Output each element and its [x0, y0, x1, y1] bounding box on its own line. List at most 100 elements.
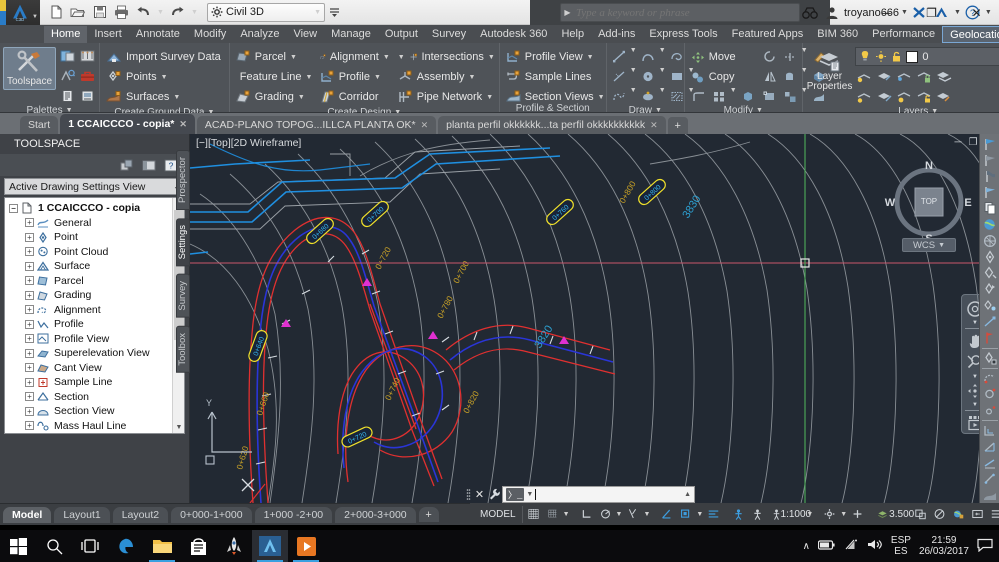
- document-tab-close-icon-3[interactable]: ✕: [650, 120, 658, 131]
- tree-expander-profile-view-icon[interactable]: +: [25, 334, 34, 344]
- ribbon-tab-add-ins[interactable]: Add-ins: [591, 26, 642, 43]
- qat-undo-button[interactable]: [133, 2, 154, 23]
- line-grade-icon[interactable]: [981, 472, 999, 487]
- hardware-acceleration-icon[interactable]: [931, 505, 948, 523]
- layer-properties-button[interactable]: Layer Properties: [806, 47, 854, 95]
- document-tab-1-ccaiccco[interactable]: 1 CCAICCCO - copia* ✕: [60, 114, 195, 134]
- tree-item-mass-haul-line[interactable]: + Mass Haul Line: [5, 419, 184, 434]
- wcs-caret-icon[interactable]: ▼: [938, 242, 945, 249]
- point-move-icon[interactable]: [981, 282, 999, 297]
- fillet-icon[interactable]: [690, 87, 708, 105]
- search-input[interactable]: [574, 6, 799, 19]
- tree-scroll-down-icon[interactable]: ▼: [173, 421, 184, 433]
- customization-plus-icon[interactable]: [849, 505, 866, 523]
- ribbon-tab-insert[interactable]: Insert: [87, 26, 129, 43]
- point-small-icon[interactable]: [981, 403, 999, 418]
- current-layer-selector[interactable]: 0 ▼: [855, 47, 999, 66]
- point-group-icon[interactable]: [981, 298, 999, 313]
- pipe-network-caret-icon[interactable]: ▼: [486, 94, 493, 101]
- tree-item-point-cloud[interactable]: + Point Cloud: [5, 245, 184, 260]
- language-indicator[interactable]: ESP ES: [891, 535, 911, 557]
- line-draw-icon[interactable]: [981, 314, 999, 329]
- trim-icon[interactable]: [781, 47, 799, 65]
- document-tab-close-icon-2[interactable]: ✕: [421, 120, 429, 131]
- tree-item-profile[interactable]: + Profile: [5, 317, 184, 332]
- intersections-button[interactable]: ▼ Intersections ▼: [395, 47, 500, 67]
- arc-icon[interactable]: [639, 47, 657, 65]
- feature-line-button[interactable]: Feature Line ▼: [233, 67, 317, 87]
- panel-icon[interactable]: [141, 157, 157, 173]
- search-button[interactable]: [36, 530, 72, 562]
- grading-caret-icon[interactable]: ▼: [298, 94, 305, 101]
- command-line-options-icon[interactable]: [487, 488, 502, 501]
- command-input[interactable]: 〉_ ▼ ▲: [502, 486, 695, 503]
- circle-caret-icon[interactable]: ▼: [659, 67, 666, 85]
- tree-expander-parcel-icon[interactable]: +: [25, 276, 34, 286]
- object-snap-icon[interactable]: [658, 505, 675, 523]
- document-tab-acad-plano[interactable]: ACAD-PLANO TOPOG...ILLCA PLANTA OK* ✕: [196, 116, 437, 134]
- ellipse-icon[interactable]: [639, 87, 657, 105]
- properties-icon[interactable]: [58, 87, 76, 105]
- command-line-grip[interactable]: [465, 486, 472, 503]
- profile-red-icon[interactable]: [981, 330, 999, 345]
- rotate-icon[interactable]: [761, 47, 779, 65]
- line-caret-icon[interactable]: ▼: [630, 47, 637, 65]
- layer-lock-icon[interactable]: [915, 68, 933, 86]
- layer-off-icon[interactable]: [855, 68, 873, 86]
- toolspace-tab-prospector[interactable]: Prospector: [176, 150, 190, 210]
- qat-open-button[interactable]: [67, 2, 88, 23]
- section-views-caret-icon[interactable]: ▼: [598, 94, 605, 101]
- ribbon-tab-manage[interactable]: Manage: [324, 26, 378, 43]
- workspace-selector[interactable]: Civil 3D ▼: [207, 2, 325, 22]
- pipe-network-button[interactable]: Pipe Network ▼: [395, 87, 500, 107]
- tree-expander-general-icon[interactable]: +: [25, 218, 34, 228]
- layer-color-swatch[interactable]: [906, 50, 919, 63]
- tree-item-surface[interactable]: + Surface: [5, 259, 184, 274]
- search-bar[interactable]: ▶: [560, 3, 800, 22]
- edge-button[interactable]: [108, 530, 144, 562]
- point-star-icon[interactable]: [981, 351, 999, 366]
- globe-grid-icon[interactable]: [981, 233, 999, 248]
- qat-new-button[interactable]: [45, 2, 66, 23]
- logo-caret-icon[interactable]: ▼: [32, 14, 38, 20]
- qat-overflow-button[interactable]: [326, 2, 342, 23]
- layer-isolate-icon[interactable]: [875, 68, 893, 86]
- layer-thaw-icon[interactable]: [895, 88, 913, 106]
- lineweight-value[interactable]: 3.500: [889, 505, 914, 523]
- autocad-logo[interactable]: C3D ▼: [0, 0, 40, 25]
- spline-caret-icon[interactable]: ▼: [630, 87, 637, 105]
- flag-gray-icon[interactable]: [981, 152, 999, 167]
- snap-mode-caret-icon[interactable]: ▼: [563, 511, 570, 518]
- offset-icon[interactable]: [981, 423, 999, 438]
- toolspace-settings-tree[interactable]: − 1 CCAICCCO - copia + General + Point +…: [4, 197, 185, 434]
- orbit-caret-icon[interactable]: ▼: [972, 402, 978, 408]
- assembly-button[interactable]: Assembly ▼: [395, 67, 500, 87]
- tool-palettes-icon[interactable]: [78, 47, 96, 65]
- annotation-scale-sync-icon[interactable]: [749, 505, 766, 523]
- ellipse-caret-icon[interactable]: ▼: [659, 87, 666, 105]
- minimize-button[interactable]: ─: [864, 0, 909, 25]
- surface-tool-icon[interactable]: [981, 488, 999, 503]
- mirror-icon[interactable]: [761, 67, 779, 85]
- hatch-icon[interactable]: [668, 87, 686, 105]
- profile-button[interactable]: Profile ▼: [317, 67, 395, 87]
- document-tab-close-icon[interactable]: ✕: [179, 119, 187, 130]
- command-history-caret-icon[interactable]: ▼: [526, 491, 533, 498]
- tree-expander-mass-haul-icon[interactable]: +: [25, 421, 34, 431]
- tree-expander-alignment-icon[interactable]: +: [25, 305, 34, 315]
- qat-redo-dropdown[interactable]: ▼: [189, 9, 200, 16]
- feature-line-caret-icon[interactable]: ▼: [306, 74, 313, 81]
- corridor-button[interactable]: Corridor: [317, 87, 395, 107]
- steering-wheel-caret-icon[interactable]: ▼: [972, 320, 978, 326]
- ribbon-tab-help[interactable]: Help: [554, 26, 591, 43]
- ribbon-tab-annotate[interactable]: Annotate: [129, 26, 187, 43]
- store-button[interactable]: [180, 530, 216, 562]
- rocket-button[interactable]: [216, 530, 252, 562]
- move-button[interactable]: Move: [688, 47, 757, 67]
- model-space-indicator[interactable]: MODEL: [474, 505, 523, 523]
- profile-view-button[interactable]: Profile View ▼: [503, 47, 610, 67]
- layout-tab-model[interactable]: Model: [3, 506, 52, 523]
- tree-item-parcel[interactable]: + Parcel: [5, 274, 184, 289]
- ribbon-tab-home[interactable]: Home: [44, 26, 88, 43]
- workspace-switching-icon[interactable]: [821, 505, 838, 523]
